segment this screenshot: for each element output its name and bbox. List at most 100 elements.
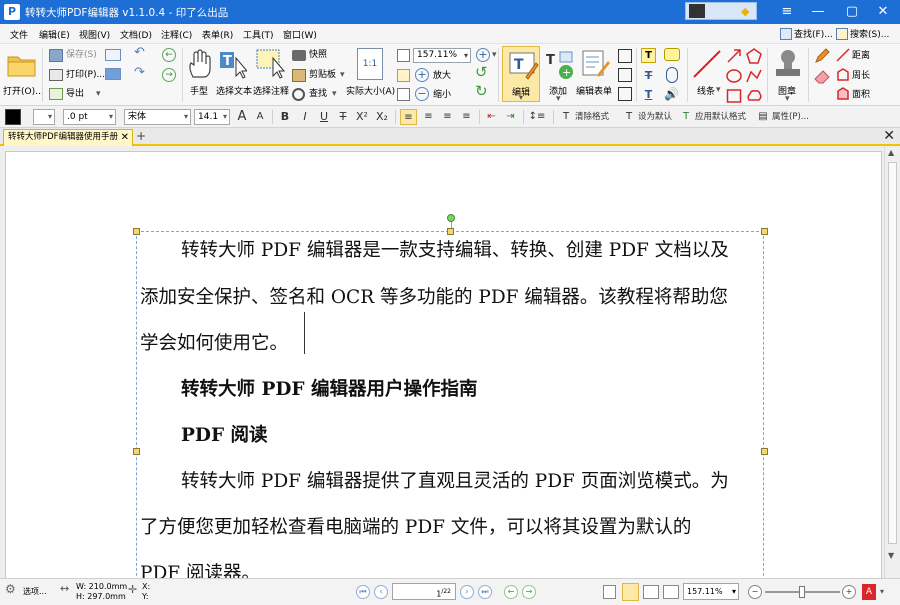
set-default-button[interactable]: 设为默认 [638, 109, 672, 125]
zoom-in-icon[interactable]: + [476, 48, 490, 62]
scroll-thumb[interactable] [888, 162, 897, 544]
chevron-down-icon[interactable]: ▾ [96, 88, 101, 100]
resize-handle[interactable] [761, 448, 768, 455]
typewriter-icon[interactable]: T [641, 48, 656, 63]
export-icon[interactable] [49, 88, 63, 100]
add-tab-icon[interactable]: + [136, 129, 146, 144]
document-viewport[interactable]: 转转大师 PDF 编辑器是一款支持编辑、转换、创建 PDF 文档以及 添加安全保… [0, 146, 900, 591]
zoom-slider-thumb[interactable] [799, 586, 805, 598]
chevron-down-icon[interactable]: ▾ [880, 587, 884, 597]
heading-reading[interactable]: PDF 阅读 [181, 421, 268, 447]
forward-view-icon[interactable]: → [522, 585, 536, 599]
undo-icon[interactable]: ↶ [134, 46, 145, 59]
continuous-page-icon[interactable] [622, 583, 639, 601]
rotate-handle[interactable] [447, 214, 455, 222]
chevron-down-icon[interactable]: ▾ [492, 49, 497, 61]
status-zoom-select[interactable]: 157.11% [683, 583, 739, 600]
menu-icon[interactable]: ≡ [770, 0, 804, 24]
rotate-right-icon[interactable]: ↻ [475, 84, 488, 99]
paragraph-line[interactable]: 学会如何使用它。 [140, 329, 288, 355]
clear-format-icon[interactable]: T [559, 109, 573, 125]
cloud-icon[interactable] [746, 88, 762, 104]
zoom-in-button[interactable]: 放大 [433, 70, 451, 82]
bold-icon[interactable]: B [278, 109, 292, 125]
back-view-icon[interactable]: ← [504, 585, 518, 599]
properties-icon[interactable]: ▤ [756, 109, 770, 125]
polyline-icon[interactable] [746, 68, 762, 84]
form-button-icon[interactable] [618, 87, 632, 101]
text-color-swatch[interactable] [5, 109, 21, 125]
zoom-select[interactable]: 157.11% [413, 48, 471, 63]
select-text-icon[interactable]: T [219, 50, 249, 80]
last-page-icon[interactable]: ⏭ [478, 585, 492, 599]
rotate-left-icon[interactable]: ↺ [475, 65, 488, 80]
clipboard-icon[interactable] [292, 69, 306, 82]
menu-document[interactable]: 文档(D) [120, 28, 152, 41]
menu-window[interactable]: 窗口(W) [283, 28, 317, 41]
select-annotation-icon[interactable] [255, 48, 286, 80]
chevron-down-icon[interactable]: ▾ [785, 93, 790, 105]
minimize-button[interactable]: — [801, 0, 835, 24]
align-right-icon[interactable]: ≡ [440, 109, 455, 125]
polygon-icon[interactable] [746, 48, 762, 64]
fit-page-icon[interactable] [397, 69, 410, 82]
justify-icon[interactable]: ≡ [459, 109, 474, 125]
find-tool-button[interactable]: 查找 [309, 88, 327, 100]
first-page-icon[interactable]: ⏮ [356, 585, 370, 599]
paragraph-line[interactable]: 了方便您更加轻松查看电脑端的 PDF 文件，可以将其设置为默认的 [140, 513, 691, 539]
paragraph-line[interactable]: 添加安全保护、签名和 OCR 等多功能的 PDF 编辑器。该教程将帮助您 [140, 283, 728, 309]
chevron-down-icon[interactable]: ▾ [340, 69, 345, 81]
snapshot-button[interactable]: 快照 [309, 49, 327, 61]
border-color-select[interactable] [33, 109, 55, 125]
menu-view[interactable]: 视图(V) [79, 28, 110, 41]
prev-page-icon[interactable]: ‹ [374, 585, 388, 599]
pencil-icon[interactable] [814, 48, 830, 64]
set-default-icon[interactable]: T [622, 109, 636, 125]
paragraph-line[interactable]: 转转大师 PDF 编辑器提供了直观且灵活的 PDF 页面浏览模式。为 [181, 467, 729, 493]
ellipse-icon[interactable] [726, 68, 742, 84]
menu-comment[interactable]: 注释(C) [161, 28, 192, 41]
print-icon[interactable] [49, 69, 63, 81]
close-button[interactable]: ✕ [866, 0, 900, 24]
stamp-icon[interactable] [773, 48, 803, 80]
page-icon[interactable] [397, 49, 410, 62]
font-name-select[interactable]: 宋体 [124, 109, 191, 125]
single-page-icon[interactable] [603, 585, 616, 599]
settings-icon[interactable]: ⚙ [5, 583, 16, 595]
resize-handle[interactable] [447, 228, 454, 235]
save-button[interactable]: 保存(S) [66, 49, 97, 61]
page-number-input[interactable]: 1/22 [392, 583, 456, 600]
redo-icon[interactable]: ↷ [134, 66, 145, 79]
camera-icon[interactable] [292, 50, 306, 61]
strikethrough-icon[interactable]: T [336, 109, 350, 125]
facing-page-icon[interactable] [643, 585, 659, 599]
fit-width-icon[interactable] [397, 88, 410, 101]
back-icon[interactable]: ← [162, 48, 176, 62]
area-icon[interactable] [836, 87, 850, 101]
line-width-select[interactable]: .0 pt [63, 109, 116, 125]
strikeout-icon[interactable]: T [641, 68, 656, 83]
heading-guide[interactable]: 转转大师 PDF 编辑器用户操作指南 [181, 375, 477, 401]
actual-size-icon[interactable]: 1:1 [357, 48, 383, 80]
clear-format-button[interactable]: 清除格式 [575, 109, 609, 125]
form-list-icon[interactable] [618, 68, 632, 82]
distance-button[interactable]: 距离 [852, 50, 870, 62]
export-button[interactable]: 导出 [66, 88, 84, 100]
paragraph-line[interactable]: 转转大师 PDF 编辑器是一款支持编辑、转换、创建 PDF 文档以及 [181, 236, 729, 262]
menu-tools[interactable]: 工具(T) [243, 28, 274, 41]
grow-font-icon[interactable]: A [235, 109, 249, 125]
resize-handle[interactable] [133, 448, 140, 455]
hand-icon[interactable] [187, 49, 211, 79]
zoom-out-icon[interactable]: − [415, 87, 429, 101]
zoom-out-icon[interactable]: − [748, 585, 762, 599]
line-spacing-icon[interactable]: ↕≡ [528, 109, 546, 125]
properties-button[interactable]: 属性(P)... [772, 109, 809, 125]
close-tab-icon[interactable]: ✕ [121, 130, 129, 145]
note-icon[interactable] [664, 48, 680, 61]
zoom-in-icon[interactable]: + [415, 68, 429, 82]
form-field-icon[interactable] [618, 49, 632, 63]
maximize-button[interactable]: ▢ [835, 0, 869, 24]
sound-icon[interactable]: 🔊 [664, 87, 679, 101]
apply-default-button[interactable]: 应用默认格式 [695, 109, 746, 125]
menu-edit[interactable]: 编辑(E) [39, 28, 70, 41]
